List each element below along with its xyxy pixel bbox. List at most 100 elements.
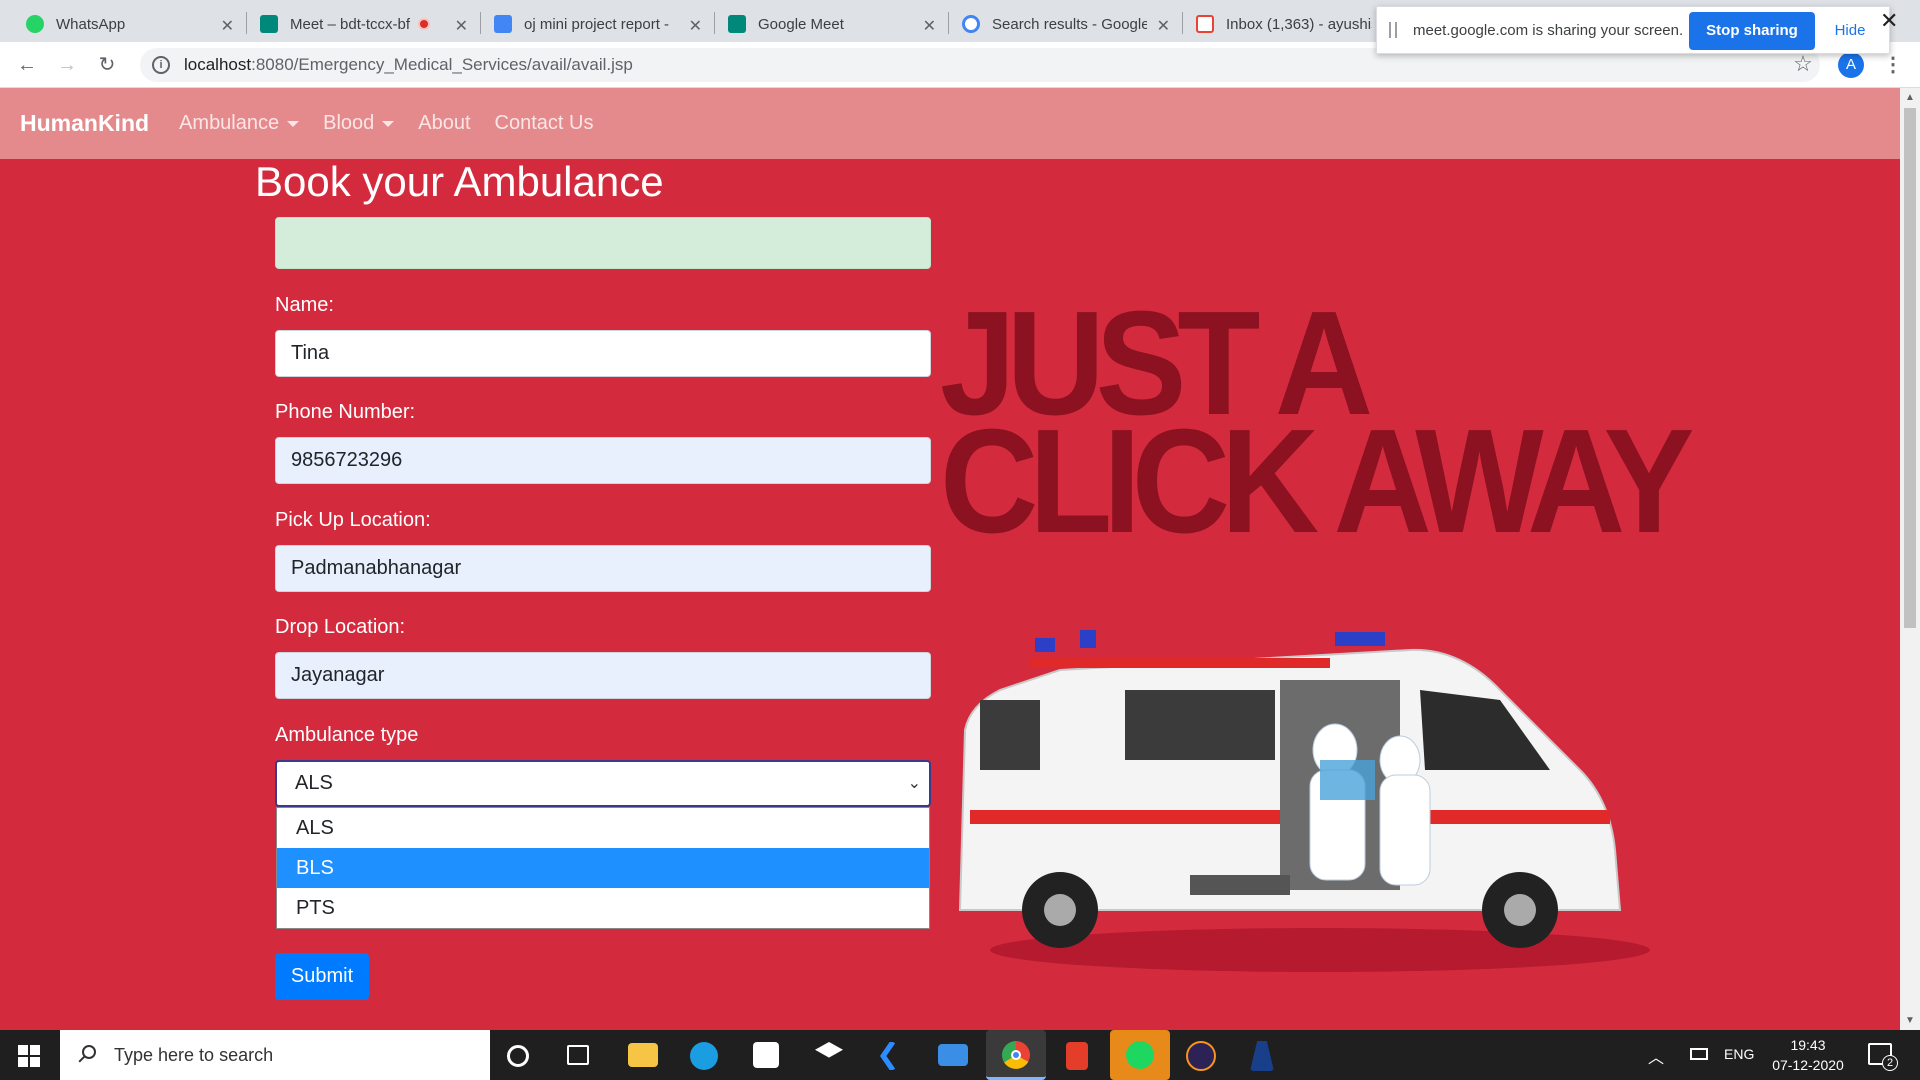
tab-label: Search results - Google: [992, 15, 1147, 33]
pickup-location-field[interactable]: Padmanabhanagar: [275, 545, 931, 592]
phone-label: Phone Number:: [275, 401, 416, 423]
brand-logo[interactable]: HumanKind: [20, 110, 149, 137]
spotify-taskbar-icon[interactable]: [1110, 1030, 1170, 1080]
edge-icon[interactable]: [690, 1042, 718, 1070]
mail-icon[interactable]: [938, 1044, 968, 1066]
chevron-down-icon: ⌄: [907, 775, 921, 792]
tab-gmail[interactable]: Inbox (1,363) - ayushis: [1184, 6, 1384, 42]
snipping-tool-icon[interactable]: [1250, 1041, 1274, 1071]
stop-sharing-button[interactable]: Stop sharing: [1689, 12, 1815, 50]
whatsapp-icon: [26, 15, 44, 33]
pickup-label: Pick Up Location:: [275, 509, 431, 531]
tab-separator: [948, 12, 949, 34]
nav-label: Blood: [323, 112, 375, 134]
language-indicator[interactable]: ENG: [1724, 1046, 1754, 1062]
tab-label: WhatsApp: [56, 15, 126, 33]
tab-label: Meet – bdt-tccx-bf: [290, 15, 411, 33]
name-field[interactable]: Tina: [275, 330, 931, 377]
ambulance-image: [958, 630, 1650, 972]
site-info-icon[interactable]: i: [152, 56, 170, 74]
close-icon[interactable]: ✕: [221, 16, 234, 36]
close-icon[interactable]: ✕: [923, 16, 936, 36]
menu-kebab-icon[interactable]: ⋮: [1880, 52, 1906, 78]
nav-about[interactable]: About: [418, 112, 470, 135]
caret-down-icon: [382, 120, 395, 127]
search-icon: [78, 1045, 98, 1065]
hide-button[interactable]: Hide: [1827, 12, 1873, 50]
store-icon[interactable]: [753, 1042, 779, 1068]
tab-separator: [714, 12, 715, 34]
option-pts[interactable]: PTS: [277, 888, 929, 928]
task-view-icon[interactable]: [567, 1045, 589, 1065]
notification-badge: 2: [1882, 1055, 1898, 1071]
ambulance-type-label: Ambulance type: [275, 724, 419, 746]
cortana-icon[interactable]: [507, 1045, 529, 1067]
eclipse-icon[interactable]: [1186, 1041, 1216, 1071]
submit-button[interactable]: Submit: [275, 953, 369, 1000]
office-icon[interactable]: [1066, 1042, 1088, 1070]
profile-avatar[interactable]: A: [1838, 52, 1864, 78]
url-host: localhost: [184, 55, 252, 74]
tab-label: Google Meet: [758, 15, 844, 33]
chrome-taskbar-icon[interactable]: [986, 1030, 1046, 1080]
back-icon[interactable]: ←: [14, 52, 40, 78]
message-alert: [275, 217, 931, 269]
page-title: Book your Ambulance: [255, 158, 664, 205]
spotify-icon: [1126, 1041, 1154, 1069]
nav-ambulance[interactable]: Ambulance: [179, 112, 300, 135]
tab-label: oj mini project report -: [524, 15, 670, 33]
file-explorer-icon[interactable]: [628, 1043, 658, 1067]
windows-start-icon[interactable]: [18, 1045, 40, 1067]
gmail-icon: [1196, 15, 1214, 33]
close-icon[interactable]: ✕: [1157, 16, 1170, 36]
reload-icon[interactable]: ↻: [94, 52, 120, 78]
ambulance-type-options: ALS BLS PTS: [276, 807, 930, 929]
phone-field[interactable]: 9856723296: [275, 437, 931, 484]
scroll-up-icon[interactable]: ▲: [1905, 92, 1915, 103]
hero-slogan: JUST A CLICK AWAY: [940, 290, 1694, 556]
clock-date: 07-12-2020: [1772, 1057, 1844, 1073]
battery-icon[interactable]: [1690, 1048, 1708, 1060]
system-clock[interactable]: 19:43 07-12-2020: [1768, 1035, 1848, 1075]
meet-icon: [728, 15, 746, 33]
tab-meet-call[interactable]: Meet – bdt-tccx-bf ✕: [248, 6, 478, 42]
taskbar-search[interactable]: Type here to search: [60, 1030, 490, 1080]
tab-separator: [246, 12, 247, 34]
scroll-down-icon[interactable]: ▼: [1905, 1015, 1915, 1026]
caret-down-icon: [287, 120, 300, 127]
drag-handle-icon[interactable]: [1389, 22, 1397, 38]
nav-blood[interactable]: Blood: [323, 112, 395, 135]
tab-whatsapp[interactable]: WhatsApp ✕: [14, 6, 244, 42]
screen-share-banner: meet.google.com is sharing your screen. …: [1376, 6, 1890, 54]
tab-google-meet[interactable]: Google Meet ✕: [716, 6, 946, 42]
page-scrollbar[interactable]: ▲ ▼: [1900, 88, 1920, 1030]
forward-icon[interactable]: →: [54, 52, 80, 78]
nav-contact-us[interactable]: Contact Us: [495, 112, 594, 135]
close-icon[interactable]: ✕: [455, 16, 468, 36]
bookmark-star-icon[interactable]: ☆: [1790, 51, 1816, 77]
notification-center-icon[interactable]: 2: [1868, 1043, 1898, 1071]
tab-separator: [480, 12, 481, 34]
close-icon[interactable]: ✕: [689, 16, 702, 36]
ambulance-type-select[interactable]: ALS ⌄: [275, 760, 931, 807]
docs-icon: [494, 15, 512, 33]
name-label: Name:: [275, 294, 334, 316]
share-message: meet.google.com is sharing your screen.: [1413, 21, 1684, 39]
windows-taskbar: Type here to search ︿ ENG 19:43 07-12-20…: [0, 1030, 1920, 1080]
tab-docs-report[interactable]: oj mini project report - ✕: [482, 6, 712, 42]
window-close-icon[interactable]: ✕: [1880, 8, 1898, 34]
vscode-icon[interactable]: [880, 1042, 896, 1070]
tab-google-search[interactable]: Search results - Google ✕: [950, 6, 1180, 42]
chrome-icon-center: [1011, 1050, 1021, 1060]
nav-label: Contact Us: [494, 112, 594, 134]
meet-icon: [260, 15, 278, 33]
option-als[interactable]: ALS: [277, 808, 929, 848]
tab-separator: [1182, 12, 1183, 34]
clock-time: 19:43: [1790, 1037, 1826, 1053]
selected-value: ALS: [295, 772, 333, 794]
chevron-up-icon[interactable]: ︿: [1648, 1044, 1664, 1068]
drop-location-field[interactable]: Jayanagar: [275, 652, 931, 699]
option-bls[interactable]: BLS: [277, 848, 929, 888]
dropbox-icon[interactable]: [815, 1042, 843, 1058]
scrollbar-thumb[interactable]: [1904, 108, 1916, 628]
